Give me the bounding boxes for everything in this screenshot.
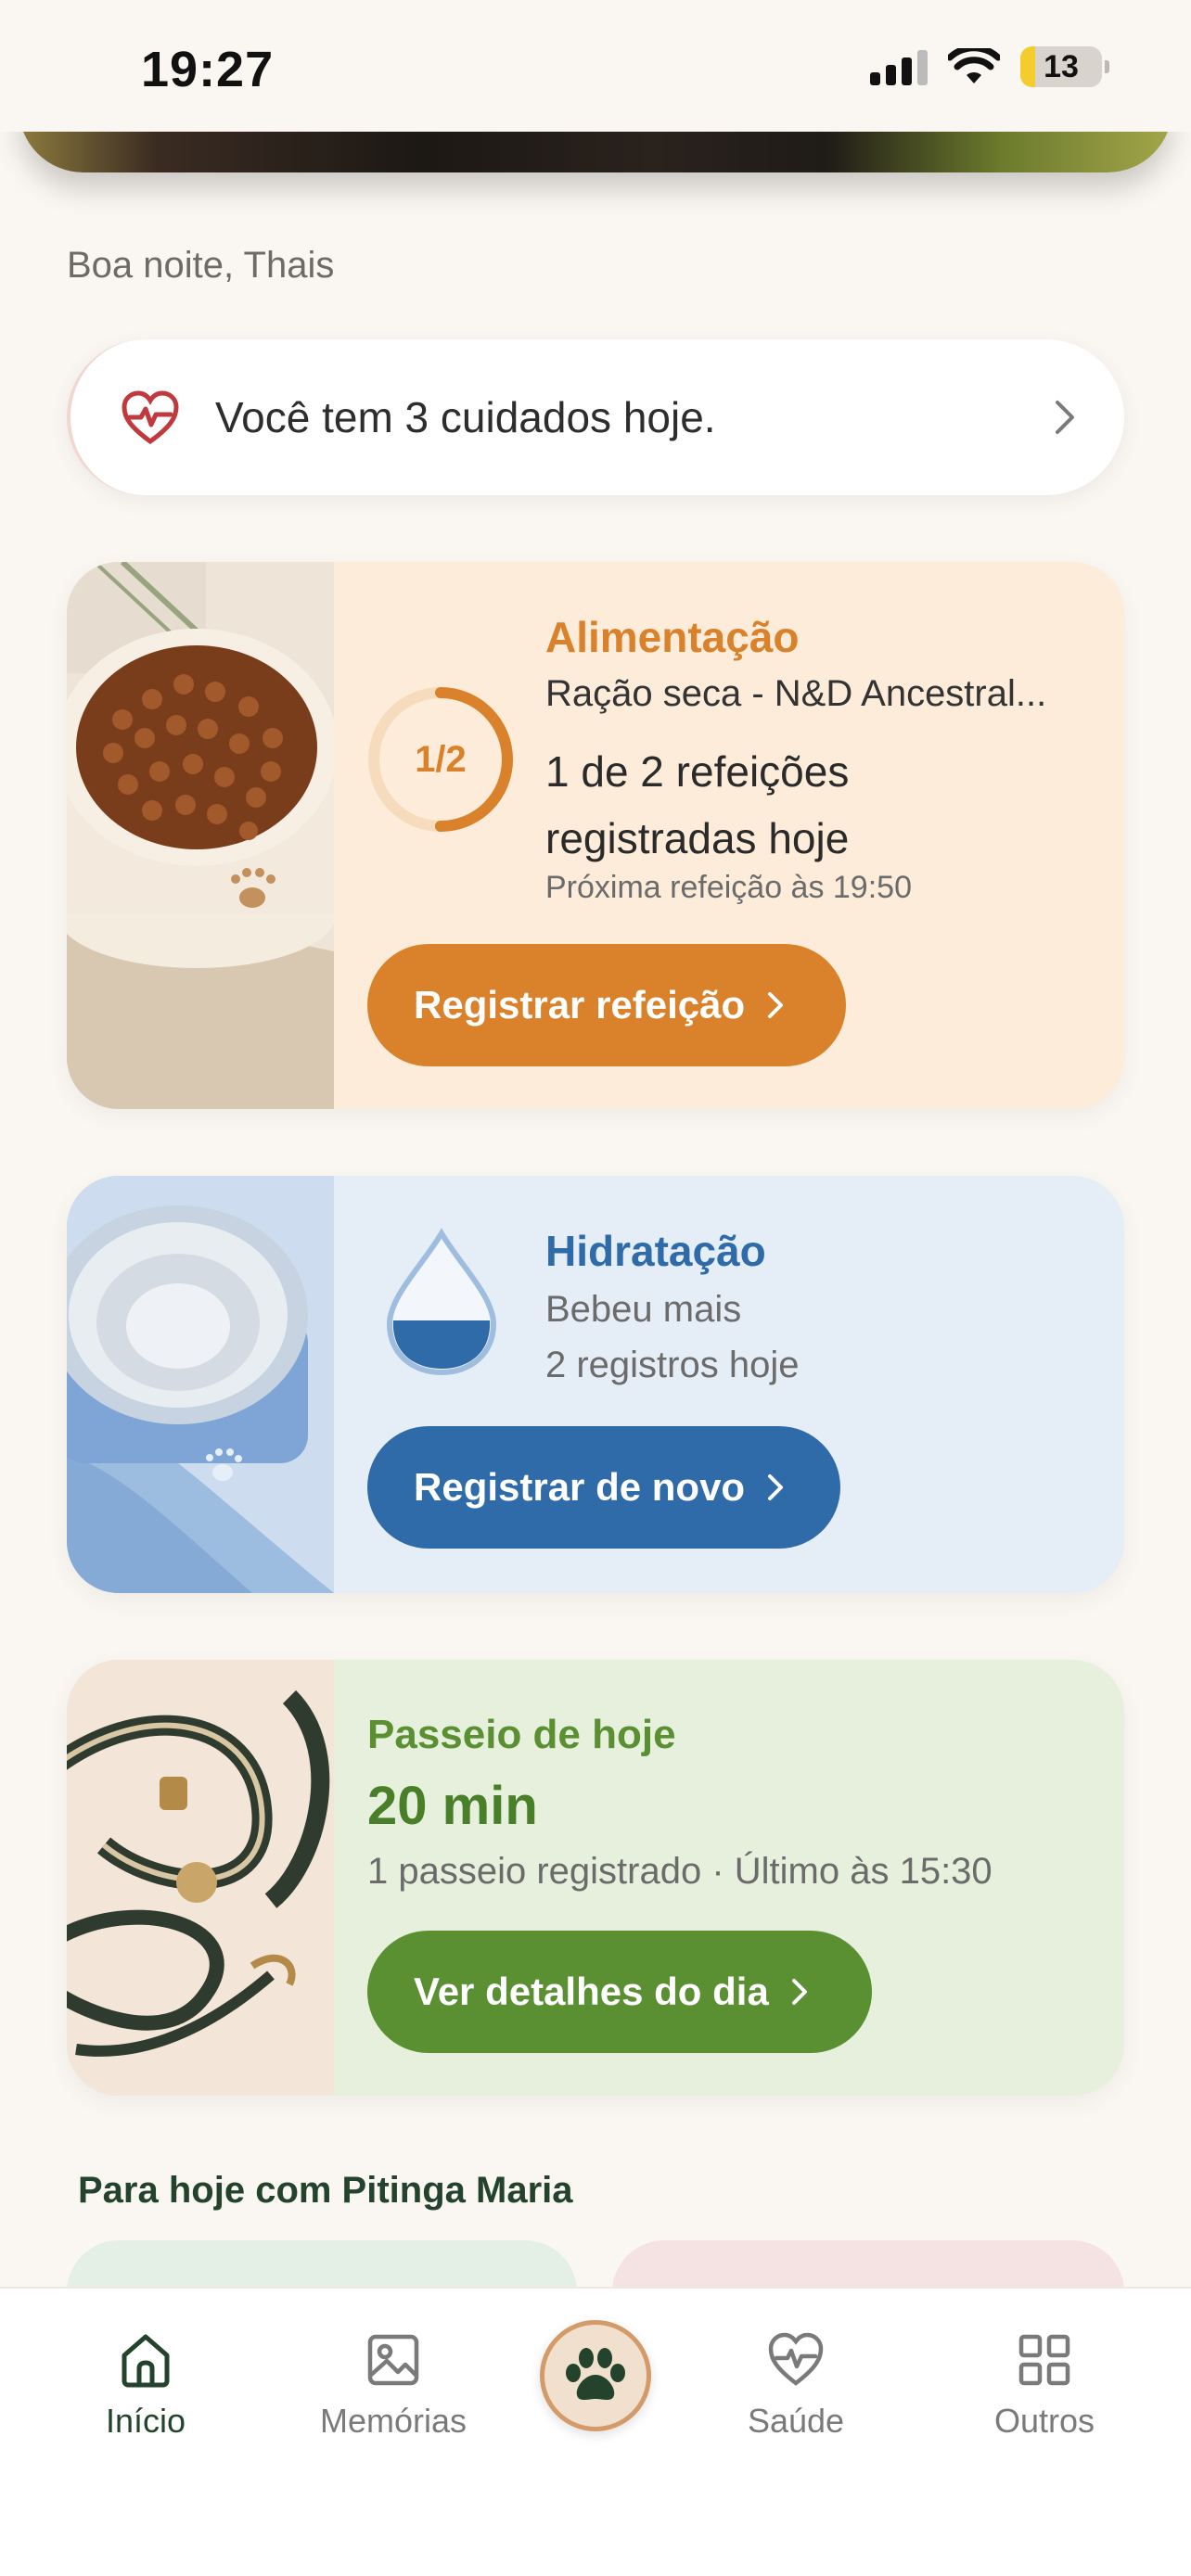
hydration-records: 2 registros hoje [545, 1345, 800, 1385]
walk-title: Passeio de hoje [367, 1712, 676, 1757]
greeting-text: Boa noite, Thais [67, 245, 335, 286]
battery-level: 13 [1044, 48, 1079, 84]
care-reminder-text: Você tem 3 cuidados hoje. [215, 393, 716, 441]
status-time: 19:27 [141, 42, 275, 97]
hydration-title: Hidratação [545, 1227, 766, 1275]
battery-icon: 13 [1020, 46, 1109, 87]
heart-pulse-icon [122, 390, 179, 445]
section-title: Para hoje com Pitinga Maria [78, 2170, 573, 2211]
chevron-right-icon [791, 1979, 807, 2005]
tab-more[interactable]: Outros [952, 2329, 1137, 2441]
walk-summary: 1 passeio registrado · Último às 15:30 [367, 1851, 992, 1892]
tab-memories[interactable]: Memórias [301, 2329, 486, 2441]
image-icon [367, 2334, 419, 2386]
care-reminder-banner[interactable]: Você tem 3 cuidados hoje. [67, 339, 1124, 495]
view-day-details-button[interactable]: Ver detalhes do dia [367, 1931, 872, 2053]
meal-progress-label: 1/2 [415, 738, 467, 780]
chevron-right-icon [768, 1474, 784, 1500]
status-bar: 19:27 13 [0, 0, 1191, 132]
chevron-right-icon [768, 992, 784, 1018]
feeding-title: Alimentação [545, 613, 800, 661]
food-product-name: Ração seca - N&D Ancestral... [545, 673, 1047, 714]
register-water-label: Registrar de novo [414, 1465, 746, 1509]
heart-pulse-icon [768, 2332, 824, 2386]
home-icon [122, 2334, 170, 2388]
next-meal-text: Próxima refeição às 19:50 [545, 870, 912, 905]
meal-count-text: 1 de 2 refeições registradas hoje [545, 747, 850, 862]
leash-image [67, 1660, 334, 2096]
pet-profile-button[interactable] [540, 2320, 651, 2431]
tab-health-label: Saúde [747, 2402, 845, 2440]
water-bowl-image [67, 1176, 334, 1593]
tab-home[interactable]: Início [53, 2329, 238, 2441]
view-day-details-label: Ver detalhes do dia [414, 1970, 769, 2013]
register-water-button[interactable]: Registrar de novo [367, 1426, 840, 1549]
hydration-status: Bebeu mais [545, 1289, 742, 1330]
tab-memories-label: Memórias [319, 2402, 467, 2440]
register-meal-label: Registrar refeição [414, 983, 746, 1027]
status-icons: 13 [870, 46, 1109, 87]
wifi-icon [948, 48, 1000, 83]
food-bowl-image [67, 562, 338, 1109]
tab-health[interactable]: Saúde [703, 2329, 889, 2441]
paw-icon [566, 2348, 625, 2400]
cellular-signal-icon [870, 48, 928, 85]
tab-more-label: Outros [993, 2402, 1095, 2440]
tab-home-label: Início [105, 2402, 186, 2440]
grid-icon [1018, 2334, 1070, 2386]
register-meal-button[interactable]: Registrar refeição [367, 944, 846, 1066]
water-drop-icon [386, 1228, 497, 1376]
chevron-right-icon [1056, 401, 1074, 434]
walk-duration: 20 min [367, 1776, 538, 1836]
